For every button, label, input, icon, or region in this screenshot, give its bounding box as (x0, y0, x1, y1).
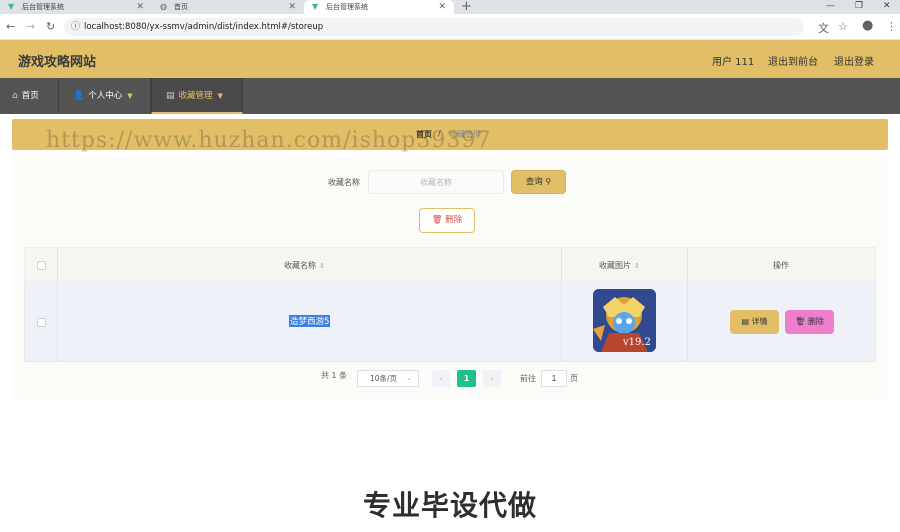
pagination-total: 共 1 条 (321, 371, 348, 380)
nav-item-favorites[interactable]: ▤ 收藏管理 ▼ (151, 78, 243, 114)
column-divider (561, 248, 562, 283)
column-divider (57, 282, 58, 362)
current-user-label: 用户 111 (712, 57, 755, 68)
sort-icon[interactable]: ⇕ (319, 262, 325, 270)
chevron-down-icon: ▼ (127, 92, 133, 100)
browser-tab-title: 后台管理系统 (326, 3, 368, 11)
column-divider (57, 248, 58, 283)
logout-link[interactable]: 退出登录 (834, 53, 874, 68)
browser-tab[interactable]: ◍ 首页 ✕ (152, 0, 304, 14)
goto-page-input[interactable] (541, 370, 567, 387)
row-checkbox[interactable] (37, 318, 46, 327)
page-size-select[interactable]: 10条/页 ⌄ (357, 370, 419, 387)
translate-icon[interactable]: ⽂ (818, 20, 829, 36)
vue-icon: ▼ (8, 2, 15, 11)
search-icon: ⚲ (545, 177, 552, 186)
favorite-image: v19.2 (593, 289, 656, 352)
nav-label: 个人中心 (88, 91, 123, 101)
document-icon: ▤ (741, 317, 749, 326)
column-divider (561, 282, 562, 362)
close-window-icon[interactable]: ✕ (883, 0, 891, 12)
url-field[interactable]: ⓘ localhost:8080/yx-ssmv/admin/dist/inde… (64, 18, 804, 36)
query-button-label: 查询 (525, 177, 543, 187)
column-divider (687, 248, 688, 283)
back-to-front-link[interactable]: 退出到前台 (768, 53, 818, 68)
chevron-down-icon: ▼ (217, 92, 223, 100)
favorite-name: 造梦西游5 (289, 315, 331, 327)
close-icon[interactable]: ✕ (136, 0, 144, 14)
nav-label: 收藏管理 (178, 91, 213, 101)
nav-label: 首页 (21, 91, 39, 101)
new-tab-icon[interactable]: + (461, 0, 472, 14)
profile-icon[interactable]: ● (862, 18, 873, 33)
globe-icon: ◍ (160, 2, 167, 11)
row-delete-button-label: 删除 (807, 317, 824, 326)
select-all-checkbox[interactable] (37, 261, 46, 270)
url-text: localhost:8080/yx-ssmv/admin/dist/index.… (84, 22, 324, 32)
back-icon[interactable]: ← (6, 20, 15, 33)
chevron-down-icon: ⌄ (406, 374, 412, 382)
column-header-image[interactable]: 收藏图片 ⇕ (599, 260, 640, 271)
column-divider (687, 282, 688, 362)
app-header: 游戏攻略网站 用户 111 退出到前台 退出登录 (0, 40, 900, 78)
browser-tab-title: 首页 (174, 3, 188, 11)
column-header-label: 收藏图片 (599, 261, 631, 270)
goto-prefix: 前往 (520, 374, 536, 383)
forward-icon[interactable]: → (26, 20, 35, 33)
user-icon: 👤 (73, 91, 85, 101)
bookmark-star-icon[interactable]: ☆ (838, 20, 848, 33)
row-delete-button[interactable]: 🗑 删除 (785, 310, 834, 334)
main-nav: ⌂ 首页 👤 个人中心 ▼ ▤ 收藏管理 ▼ (0, 78, 900, 114)
minimize-icon[interactable]: — (826, 0, 835, 12)
promo-overlay-text: 专业毕设代做 (362, 489, 537, 522)
page-size-value: 10条/页 (370, 374, 398, 383)
image-caption: v19.2 (623, 337, 651, 348)
watermark-text: https://www.huzhan.com/ishop39397 (46, 128, 492, 153)
search-input[interactable] (368, 170, 504, 194)
address-bar-row: ← → ↻ ⓘ localhost:8080/yx-ssmv/admin/dis… (0, 14, 900, 40)
query-button[interactable]: 查询 ⚲ (511, 170, 566, 194)
goto-suffix: 页 (570, 374, 578, 383)
search-label: 收藏名称 (328, 178, 360, 187)
site-info-icon[interactable]: ⓘ (71, 18, 80, 36)
table-header: 收藏名称 ⇕ 收藏图片 ⇕ 操作 (24, 247, 876, 283)
close-icon[interactable]: ✕ (438, 0, 446, 14)
table-row[interactable]: 造梦西游5 v19.2 ▤ 详情 🗑 删除 (24, 282, 876, 362)
column-header-name[interactable]: 收藏名称 ⇕ (284, 260, 325, 271)
column-header-label: 收藏名称 (284, 261, 316, 270)
browser-tab-title: 后台管理系统 (22, 3, 64, 11)
vue-icon: ▼ (312, 2, 319, 11)
browser-tab[interactable]: ▼ 后台管理系统 ✕ (0, 0, 152, 14)
favorites-table: 收藏名称 ⇕ 收藏图片 ⇕ 操作 造梦西游5 v19.2 ▤ 详情 🗑 删除 (24, 247, 876, 362)
detail-button[interactable]: ▤ 详情 (730, 310, 779, 334)
restore-icon[interactable]: ❐ (855, 0, 863, 12)
reload-icon[interactable]: ↻ (46, 20, 55, 33)
more-menu-icon[interactable]: ⋮ (886, 20, 897, 33)
trash-icon: 🗑 (431, 215, 443, 225)
sort-icon[interactable]: ⇕ (634, 262, 640, 270)
browser-tab-strip: ▼ 后台管理系统 ✕ ◍ 首页 ✕ ▼ 后台管理系统 ✕ + — ❐ ✕ (0, 0, 900, 14)
nav-item-home[interactable]: ⌂ 首页 (0, 78, 59, 114)
column-header-actions: 操作 (773, 261, 789, 270)
hand-cursor-icon: ☝ (800, 312, 808, 327)
page-number-current[interactable]: 1 (457, 370, 476, 387)
prev-page-button[interactable]: ‹ (432, 370, 450, 387)
document-icon: ▤ (166, 91, 175, 101)
nav-item-personal-center[interactable]: 👤 个人中心 ▼ (59, 78, 151, 114)
next-page-button[interactable]: › (483, 370, 501, 387)
batch-delete-button[interactable]: 🗑 删除 (419, 208, 475, 233)
detail-button-label: 详情 (751, 317, 768, 326)
home-icon: ⌂ (12, 91, 18, 101)
site-title: 游戏攻略网站 (18, 55, 97, 70)
browser-tab-active[interactable]: ▼ 后台管理系统 ✕ (304, 0, 454, 14)
delete-button-label: 删除 (445, 215, 463, 225)
close-icon[interactable]: ✕ (288, 0, 296, 14)
